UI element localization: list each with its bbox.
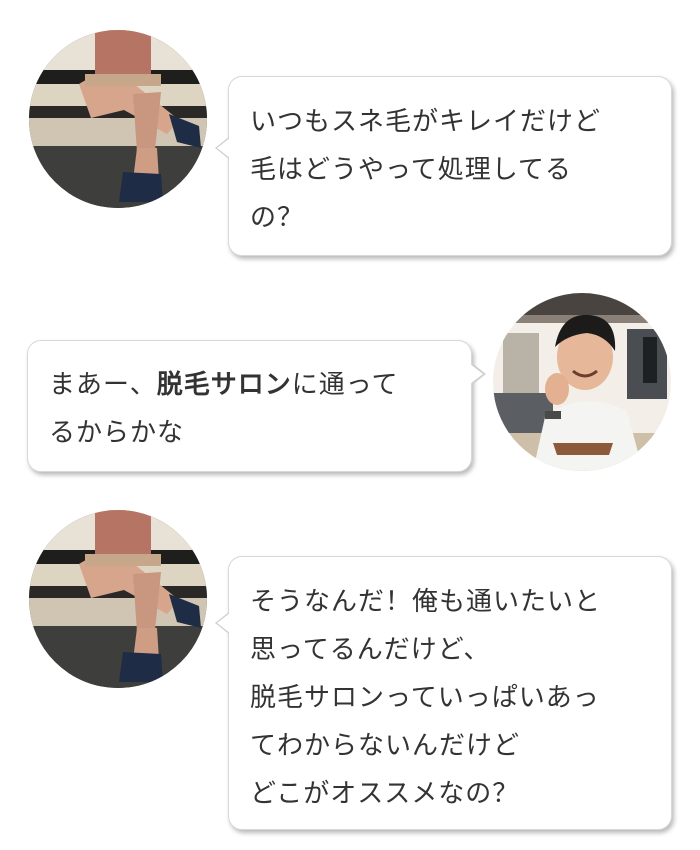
message-line: てわからないんだけど bbox=[250, 731, 521, 761]
bubble-tail bbox=[217, 138, 230, 158]
person-sitting-on-bench-icon bbox=[29, 30, 207, 208]
avatar-friend bbox=[29, 30, 207, 208]
message-line: 脱毛サロンっていっぱいあっ bbox=[250, 683, 600, 713]
smiling-man-icon bbox=[493, 293, 671, 471]
message-line: そうなんだ！俺も通いたいと bbox=[250, 587, 602, 617]
message-bubble-friend-2: そうなんだ！俺も通いたいと 思ってるんだけど、 脱毛サロンっていっぱいあっ てわ… bbox=[228, 556, 672, 830]
message-line: 思ってるんだけど、 bbox=[250, 635, 491, 665]
highlighted-keyword: 脱毛サロン bbox=[156, 370, 292, 400]
message-bubble-friend-1: いつもスネ毛がキレイだけど 毛はどうやって処理してる の？ bbox=[228, 76, 672, 256]
avatar-friend bbox=[29, 510, 207, 688]
avatar-self bbox=[493, 293, 671, 471]
message-line: 毛はどうやって処理してる bbox=[250, 155, 572, 185]
person-sitting-on-bench-icon bbox=[29, 510, 207, 688]
message-line: まあー、脱毛サロンに通って bbox=[49, 361, 471, 409]
message-line: の？ bbox=[250, 203, 305, 233]
bubble-tail bbox=[217, 613, 230, 633]
bubble-tail bbox=[470, 364, 483, 384]
message-line: どこがオススメなの？ bbox=[250, 779, 520, 809]
message-line: るからかな bbox=[49, 418, 185, 448]
message-line: いつもスネ毛がキレイだけど bbox=[250, 107, 602, 137]
message-text: に通って bbox=[291, 370, 399, 400]
message-text: まあー、 bbox=[49, 370, 157, 400]
message-bubble-self: まあー、脱毛サロンに通って るからかな bbox=[27, 340, 472, 472]
